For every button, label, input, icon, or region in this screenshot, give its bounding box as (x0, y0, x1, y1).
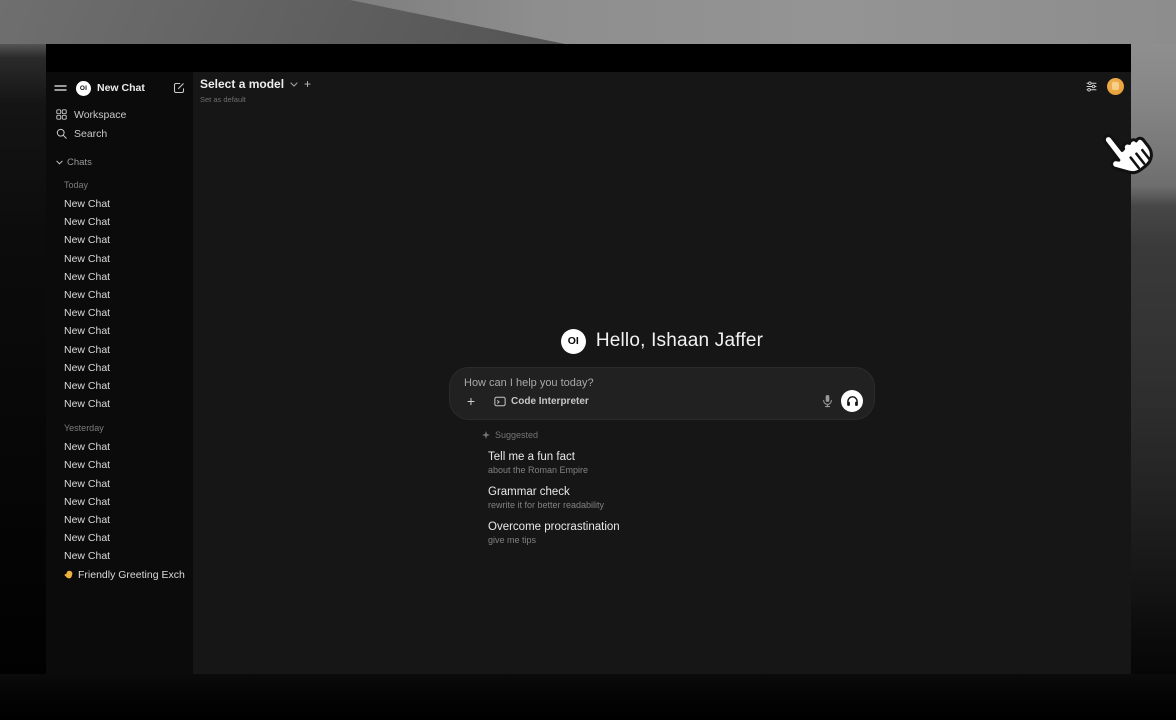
sparkle-icon (482, 431, 490, 439)
chevron-down-icon (56, 160, 63, 165)
search-label: Search (74, 128, 107, 140)
suggested-list: Tell me a fun fact about the Roman Empir… (482, 448, 875, 552)
chat-list-item[interactable]: New Chat (54, 322, 185, 340)
sidebar-item-search[interactable]: Search (54, 124, 185, 143)
suggested-prompt-title: Overcome procrastination (488, 520, 875, 534)
section-label-today: Today (54, 178, 185, 192)
model-selector-label: Select a model (200, 77, 284, 91)
new-chat-icon[interactable] (173, 82, 185, 94)
suggested-prompt-title: Grammar check (488, 485, 875, 499)
chat-list-item-named[interactable]: Friendly Greeting Exchange (54, 566, 185, 584)
chat-list-item[interactable]: New Chat (54, 493, 185, 511)
sidebar: OI New Chat Workspace (46, 72, 193, 674)
suggested-header: Suggested (482, 429, 875, 441)
main-pane: Select a model + Set as default (193, 72, 1131, 674)
suggested-label: Suggested (495, 430, 538, 440)
waving-hand-icon (64, 570, 74, 580)
workspace-grid-icon (56, 109, 67, 120)
chat-list-item[interactable]: New Chat (54, 268, 185, 286)
chat-list-item[interactable]: New Chat (54, 475, 185, 493)
chat-list-item[interactable]: New Chat (54, 286, 185, 304)
suggested-section: Suggested Tell me a fun fact about the R… (482, 429, 875, 552)
chat-list-item[interactable]: New Chat (54, 377, 185, 395)
composer-toolbar: + Code Interpreter (464, 390, 863, 412)
app-logo: OI (561, 329, 586, 354)
headphones-icon (846, 395, 859, 407)
suggested-prompt-subtitle: about the Roman Empire (488, 465, 875, 476)
model-selector[interactable]: Select a model + (200, 77, 311, 91)
wallpaper-right (1131, 44, 1176, 720)
microphone-icon[interactable] (822, 394, 833, 408)
terminal-icon (494, 396, 506, 407)
voice-call-button[interactable] (841, 390, 863, 412)
message-input[interactable] (464, 377, 863, 389)
model-header: Select a model + Set as default (200, 77, 311, 104)
chat-title: Friendly Greeting Exchange (78, 566, 185, 584)
code-interpreter-label: Code Interpreter (511, 396, 589, 407)
chat-list-item[interactable]: New Chat (54, 195, 185, 213)
chat-list-item[interactable]: New Chat (54, 359, 185, 377)
chat-list-item[interactable]: New Chat (54, 213, 185, 231)
topbar-controls (1085, 78, 1124, 95)
search-icon (56, 128, 67, 139)
sidebar-nav: Workspace Search (54, 105, 185, 143)
sidebar-toggle-icon[interactable] (54, 83, 67, 93)
suggested-prompt-subtitle: give me tips (488, 535, 875, 546)
chat-list-item[interactable]: New Chat (54, 341, 185, 359)
workspace-label: Workspace (74, 109, 126, 121)
sidebar-header: OI New Chat (54, 79, 185, 97)
chat-list-item[interactable]: New Chat (54, 511, 185, 529)
add-model-button[interactable]: + (304, 78, 311, 90)
set-as-default-button[interactable]: Set as default (200, 95, 311, 104)
chevron-down-icon (290, 82, 298, 87)
open-webui-window: OI New Chat Workspace (46, 44, 1131, 674)
greeting-row: OI Hello, Ishaan Jaffer (449, 328, 875, 354)
suggested-prompt[interactable]: Tell me a fun fact about the Roman Empir… (488, 448, 875, 482)
controls-sliders-icon[interactable] (1085, 80, 1098, 93)
app-logo: OI (76, 81, 91, 96)
user-avatar[interactable] (1107, 78, 1124, 95)
sidebar-title: New Chat (97, 82, 173, 94)
chat-list-yesterday: New ChatNew ChatNew ChatNew ChatNew Chat… (54, 438, 185, 565)
chat-list-item[interactable]: New Chat (54, 395, 185, 413)
suggested-prompt-title: Tell me a fun fact (488, 450, 875, 464)
wallpaper-wedge (0, 0, 600, 44)
chat-list-item[interactable]: New Chat (54, 250, 185, 268)
chat-list-item[interactable]: New Chat (54, 231, 185, 249)
wallpaper-top (0, 0, 1176, 44)
wallpaper-bottom (0, 674, 1176, 720)
chats-label: Chats (67, 157, 92, 168)
welcome-area: OI Hello, Ishaan Jaffer + Code Interpret… (449, 328, 875, 553)
desktop: OI New Chat Workspace (0, 0, 1176, 720)
code-interpreter-toggle[interactable]: Code Interpreter (494, 396, 589, 407)
suggested-prompt-subtitle: rewrite it for better readability (488, 500, 875, 511)
message-composer[interactable]: + Code Interpreter (449, 367, 875, 420)
chat-list-item[interactable]: New Chat (54, 304, 185, 322)
chat-list-item[interactable]: New Chat (54, 547, 185, 565)
window-top-strip (46, 44, 1131, 72)
chat-list-item[interactable]: New Chat (54, 438, 185, 456)
chat-list-item[interactable]: New Chat (54, 529, 185, 547)
attach-button[interactable]: + (464, 394, 478, 408)
suggested-prompt[interactable]: Grammar check rewrite it for better read… (488, 483, 875, 517)
sidebar-item-workspace[interactable]: Workspace (54, 105, 185, 124)
wallpaper-left (0, 44, 46, 720)
chat-list-item[interactable]: New Chat (54, 456, 185, 474)
section-label-yesterday: Yesterday (54, 421, 185, 435)
greeting-text: Hello, Ishaan Jaffer (596, 330, 763, 352)
suggested-prompt[interactable]: Overcome procrastination give me tips (488, 518, 875, 552)
chat-list-today: New ChatNew ChatNew ChatNew ChatNew Chat… (54, 195, 185, 413)
chats-section-toggle[interactable]: Chats (54, 155, 185, 169)
